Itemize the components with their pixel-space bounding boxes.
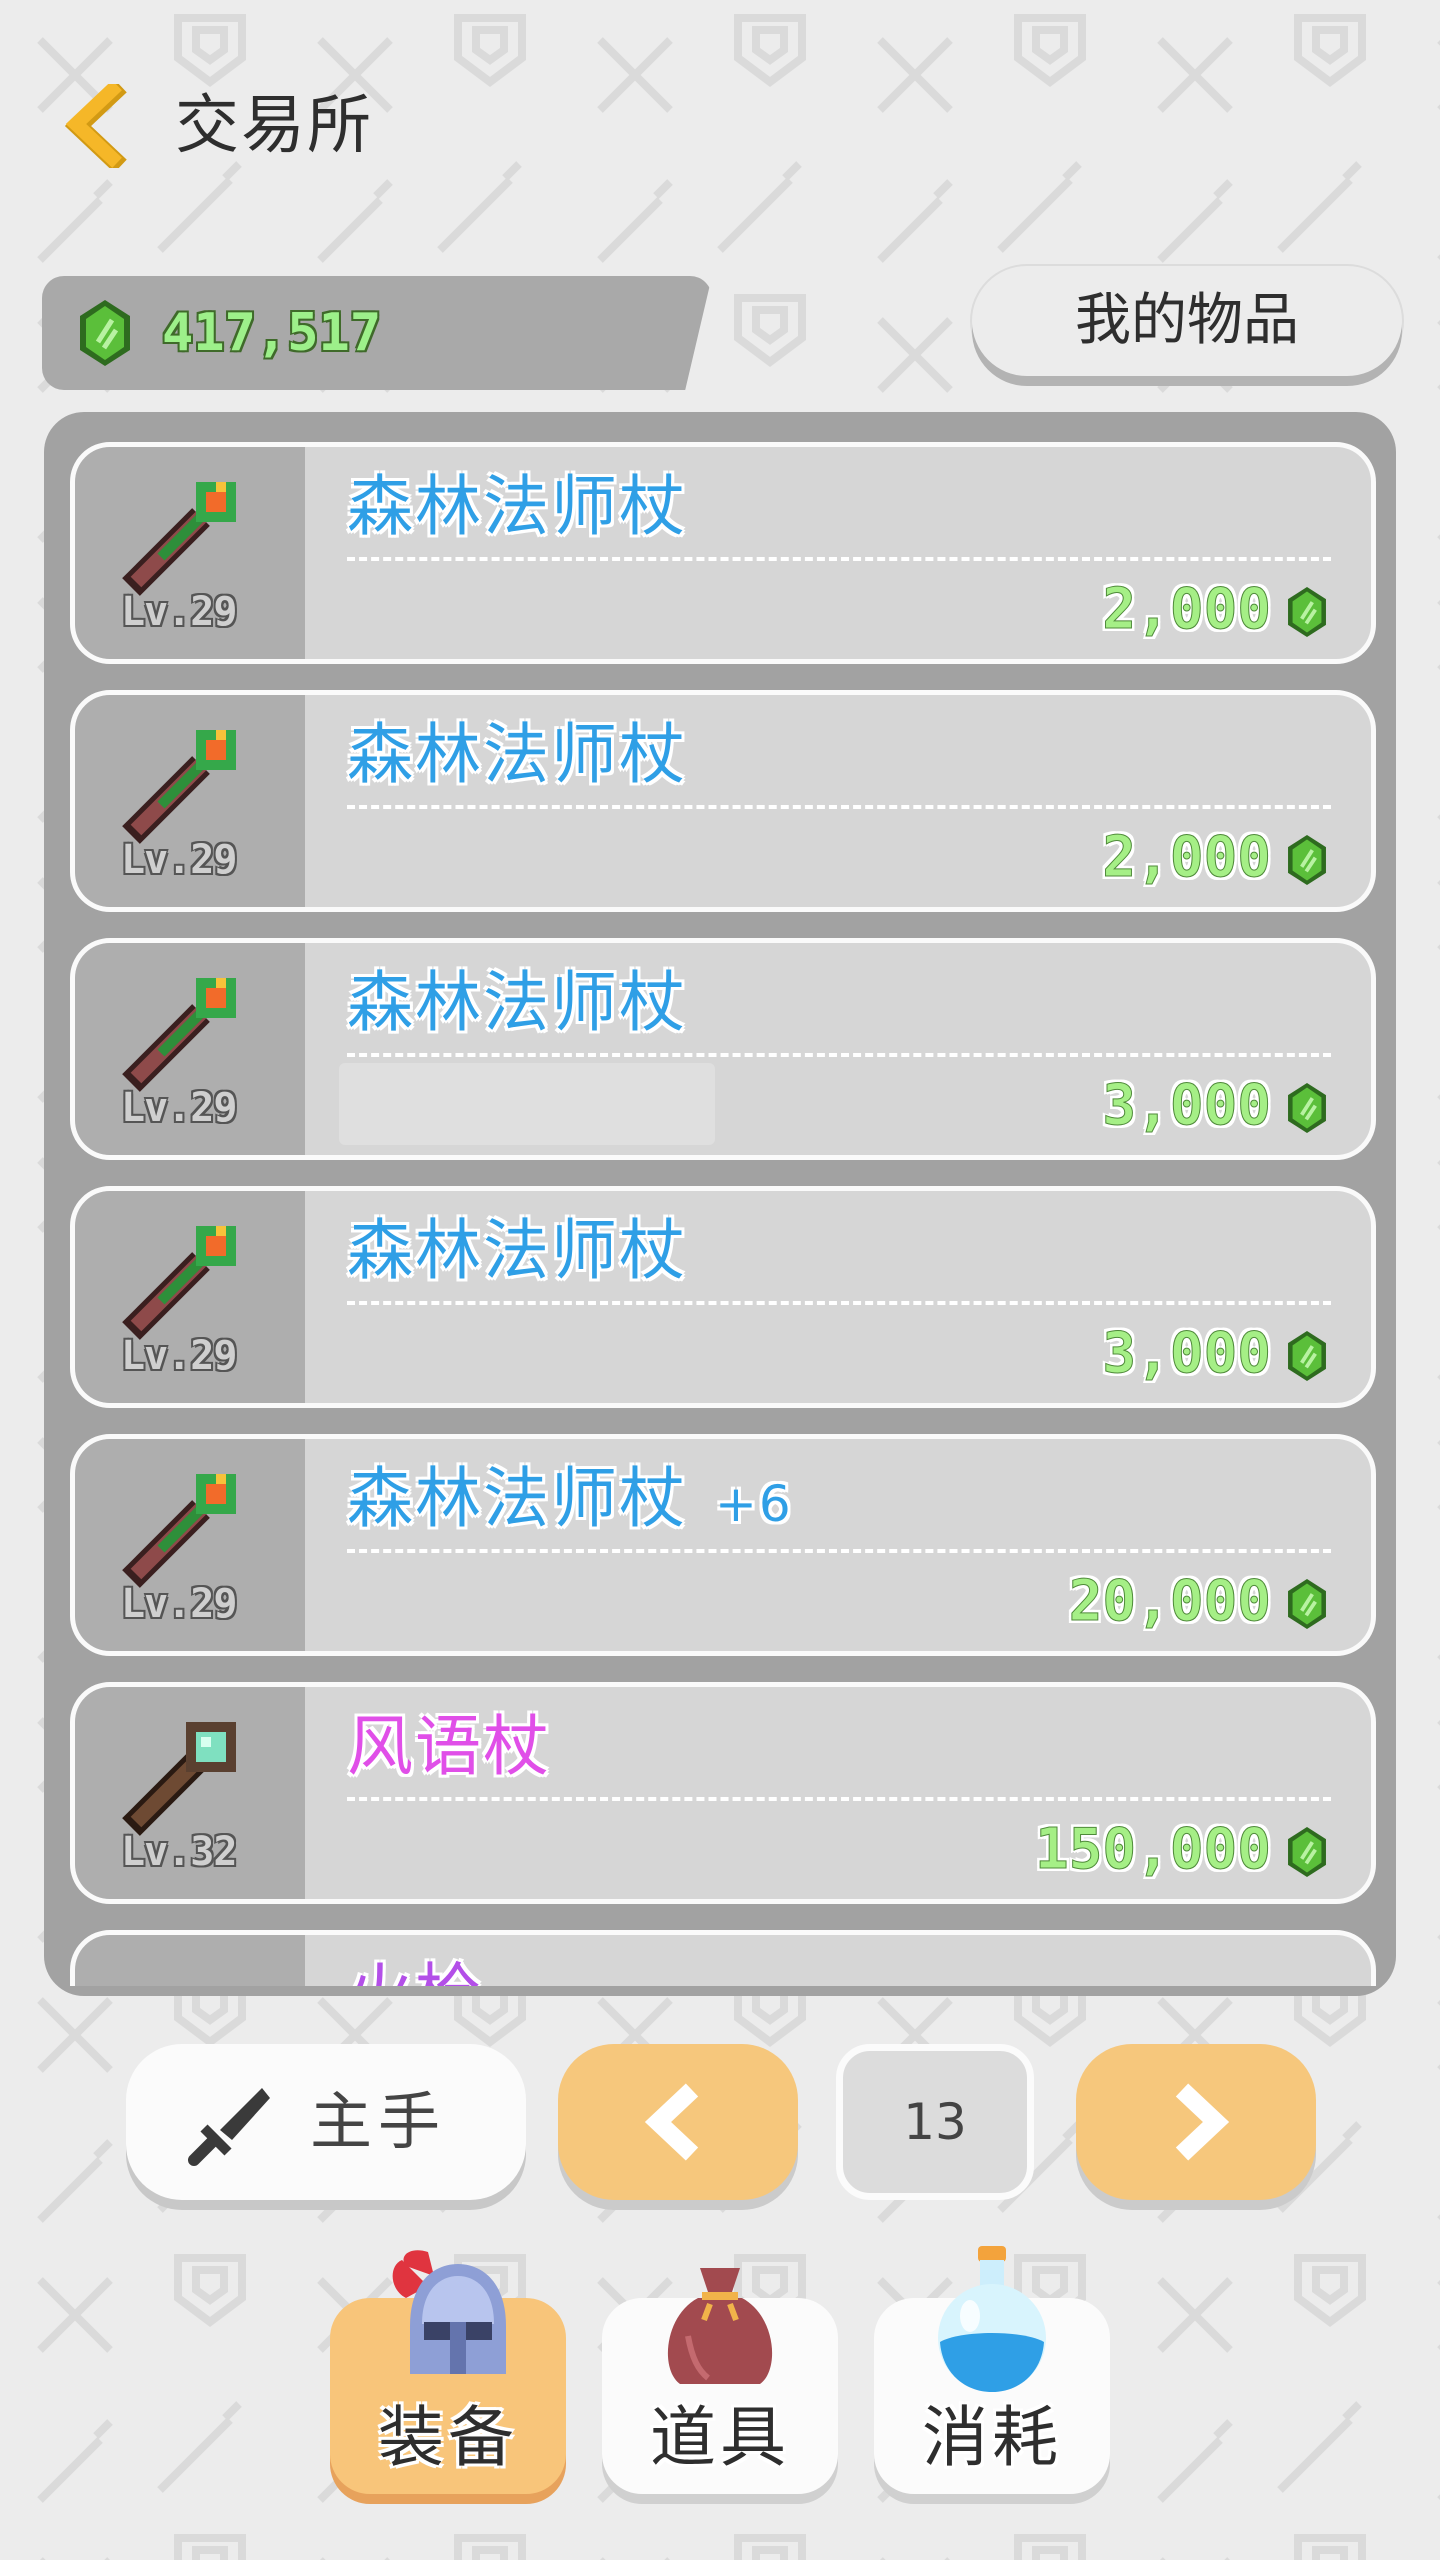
- chevron-left-icon: [644, 2083, 699, 2161]
- green-gem-icon: [1288, 834, 1326, 886]
- item-icon-box: Lv.29: [75, 447, 305, 659]
- listing-panel: Lv.29 森林法师杖 2,000 Lv.29 森林法师杖 2,000 Lv.2…: [44, 412, 1396, 1996]
- my-items-button[interactable]: 我的物品: [972, 266, 1402, 376]
- orb-staff-icon: [122, 1722, 236, 1836]
- equipment-slot-filter[interactable]: 主手: [126, 2044, 526, 2200]
- divider: [347, 805, 1331, 809]
- currency-display: 417,517: [42, 276, 712, 390]
- item-icon-box: Lv.29: [75, 695, 305, 907]
- item-name-text: 森林法师杖: [347, 1460, 687, 1537]
- item-price: 2,000: [1102, 577, 1272, 643]
- staff-icon: [122, 730, 236, 844]
- staff-icon: [122, 482, 236, 596]
- item-price: 20,000: [1068, 1569, 1271, 1635]
- staff-icon: [122, 1226, 236, 1340]
- chevron-left-icon: [64, 79, 127, 173]
- slot-filter-label: 主手: [310, 2085, 447, 2158]
- item-name: 森林法师杖 +6: [347, 1457, 793, 1546]
- item-icon-box: Lv.29: [75, 943, 305, 1155]
- green-gem-icon: [80, 300, 130, 366]
- divider: [347, 1797, 1331, 1801]
- green-gem-icon: [1288, 586, 1326, 638]
- tab-equipment[interactable]: 装备: [330, 2250, 566, 2494]
- green-gem-icon: [1288, 1082, 1326, 1134]
- prev-page-button[interactable]: [558, 2044, 798, 2200]
- back-button[interactable]: [62, 79, 132, 173]
- green-gem-icon: [1288, 1330, 1326, 1382]
- tab-label: 装备: [378, 2399, 518, 2476]
- potion-icon: [938, 2246, 1046, 2392]
- green-gem-icon: [1288, 1578, 1326, 1630]
- page-title: 交易所: [175, 89, 373, 163]
- listing-row[interactable]: Lv.29 森林法师杖 3,000: [70, 938, 1376, 1160]
- item-level: Lv.29: [121, 1333, 237, 1379]
- tab-consumables[interactable]: 消耗: [874, 2246, 1110, 2494]
- listing-scroll[interactable]: Lv.29 森林法师杖 2,000 Lv.29 森林法师杖 2,000 Lv.2…: [44, 412, 1396, 1986]
- divider: [347, 557, 1331, 561]
- divider: [347, 1053, 1331, 1057]
- divider: [347, 1301, 1331, 1305]
- item-name: 风语杖: [347, 1708, 551, 1785]
- listing-row[interactable]: 火枪: [70, 1930, 1376, 1986]
- seller-blur: [339, 1063, 715, 1145]
- item-name: 火枪: [347, 1953, 483, 1986]
- item-level: Lv.29: [121, 1581, 237, 1627]
- item-level: Lv.29: [121, 1085, 237, 1131]
- tab-label: 消耗: [922, 2399, 1062, 2476]
- item-name: 森林法师杖: [347, 468, 687, 545]
- item-level: Lv.29: [121, 589, 237, 635]
- listing-row[interactable]: Lv.29 森林法师杖 3,000: [70, 1186, 1376, 1408]
- page-number: 13: [836, 2044, 1034, 2200]
- staff-icon: [122, 1474, 236, 1588]
- tab-items[interactable]: 道具: [602, 2268, 838, 2494]
- item-price: 2,000: [1102, 825, 1272, 891]
- listing-row[interactable]: Lv.29 森林法师杖 +6 20,000: [70, 1434, 1376, 1656]
- item-name: 森林法师杖: [347, 1212, 687, 1289]
- listing-row[interactable]: Lv.29 森林法师杖 2,000: [70, 442, 1376, 664]
- divider: [347, 1549, 1331, 1553]
- enhance-level: +6: [715, 1475, 793, 1533]
- staff-icon: [122, 978, 236, 1092]
- listing-row[interactable]: Lv.32 风语杖 150,000: [70, 1682, 1376, 1904]
- bag-icon: [667, 2268, 773, 2384]
- chevron-right-icon: [1175, 2083, 1230, 2161]
- item-price: 3,000: [1102, 1073, 1272, 1139]
- listing-row[interactable]: Lv.29 森林法师杖 2,000: [70, 690, 1376, 912]
- item-icon-box: Lv.32: [75, 1687, 305, 1899]
- item-name: 森林法师杖: [347, 716, 687, 793]
- item-name: 森林法师杖: [347, 964, 687, 1041]
- helmet-icon: [392, 2250, 506, 2374]
- sword-icon: [188, 2088, 270, 2166]
- item-icon-box: Lv.29: [75, 1439, 305, 1651]
- item-price: 150,000: [1034, 1817, 1271, 1883]
- green-gem-icon: [1288, 1826, 1326, 1878]
- item-icon-box: [75, 1935, 305, 1986]
- item-price: 3,000: [1102, 1321, 1272, 1387]
- item-level: Lv.29: [121, 837, 237, 883]
- tab-label: 道具: [650, 2399, 790, 2476]
- next-page-button[interactable]: [1076, 2044, 1316, 2200]
- item-level: Lv.32: [121, 1829, 237, 1875]
- currency-amount: 417,517: [162, 303, 382, 363]
- item-icon-box: Lv.29: [75, 1191, 305, 1403]
